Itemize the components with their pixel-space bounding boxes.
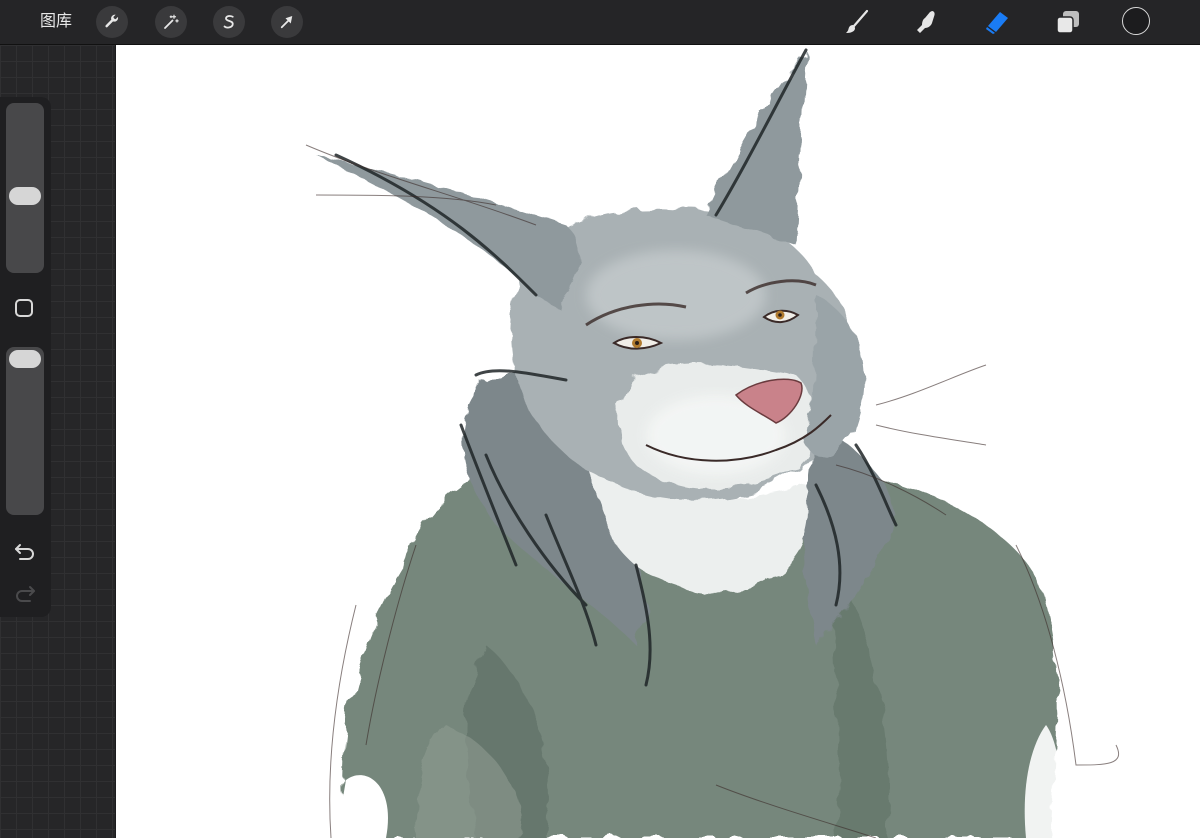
brush-size-slider-thumb[interactable]	[9, 187, 41, 205]
wrench-icon	[105, 14, 119, 28]
selection-s-icon	[223, 15, 234, 29]
layers-icon	[1056, 11, 1079, 34]
top-toolbar: 图库	[0, 0, 1200, 45]
magic-wand-icon	[164, 14, 179, 29]
color-picker-button[interactable]	[1122, 7, 1150, 35]
opacity-slider[interactable]	[6, 347, 44, 515]
brush-icon	[846, 9, 869, 33]
arrow-cursor-icon	[280, 16, 293, 29]
undo-button[interactable]	[13, 541, 37, 561]
actions-button[interactable]	[96, 6, 128, 38]
eraser-icon	[986, 12, 1008, 34]
eraser-tool-button[interactable]	[983, 8, 1011, 36]
selection-button[interactable]	[213, 6, 245, 38]
sidebar	[0, 97, 51, 617]
square-modify-icon[interactable]	[15, 299, 33, 317]
brush-size-slider[interactable]	[6, 103, 44, 273]
adjustments-button[interactable]	[155, 6, 187, 38]
layers-button[interactable]	[1054, 8, 1082, 36]
gallery-button[interactable]: 图库	[40, 12, 72, 32]
redo-button[interactable]	[13, 583, 37, 603]
redo-arrow-icon	[16, 586, 35, 602]
lynx-artwork	[305, 48, 1119, 838]
undo-arrow-icon	[15, 544, 34, 560]
smudge-finger-icon	[917, 11, 935, 33]
drawing-canvas[interactable]	[116, 45, 1200, 838]
brush-tool-button[interactable]	[843, 8, 871, 36]
transform-button[interactable]	[271, 6, 303, 38]
smudge-tool-button[interactable]	[912, 8, 940, 36]
opacity-slider-thumb[interactable]	[9, 350, 41, 368]
